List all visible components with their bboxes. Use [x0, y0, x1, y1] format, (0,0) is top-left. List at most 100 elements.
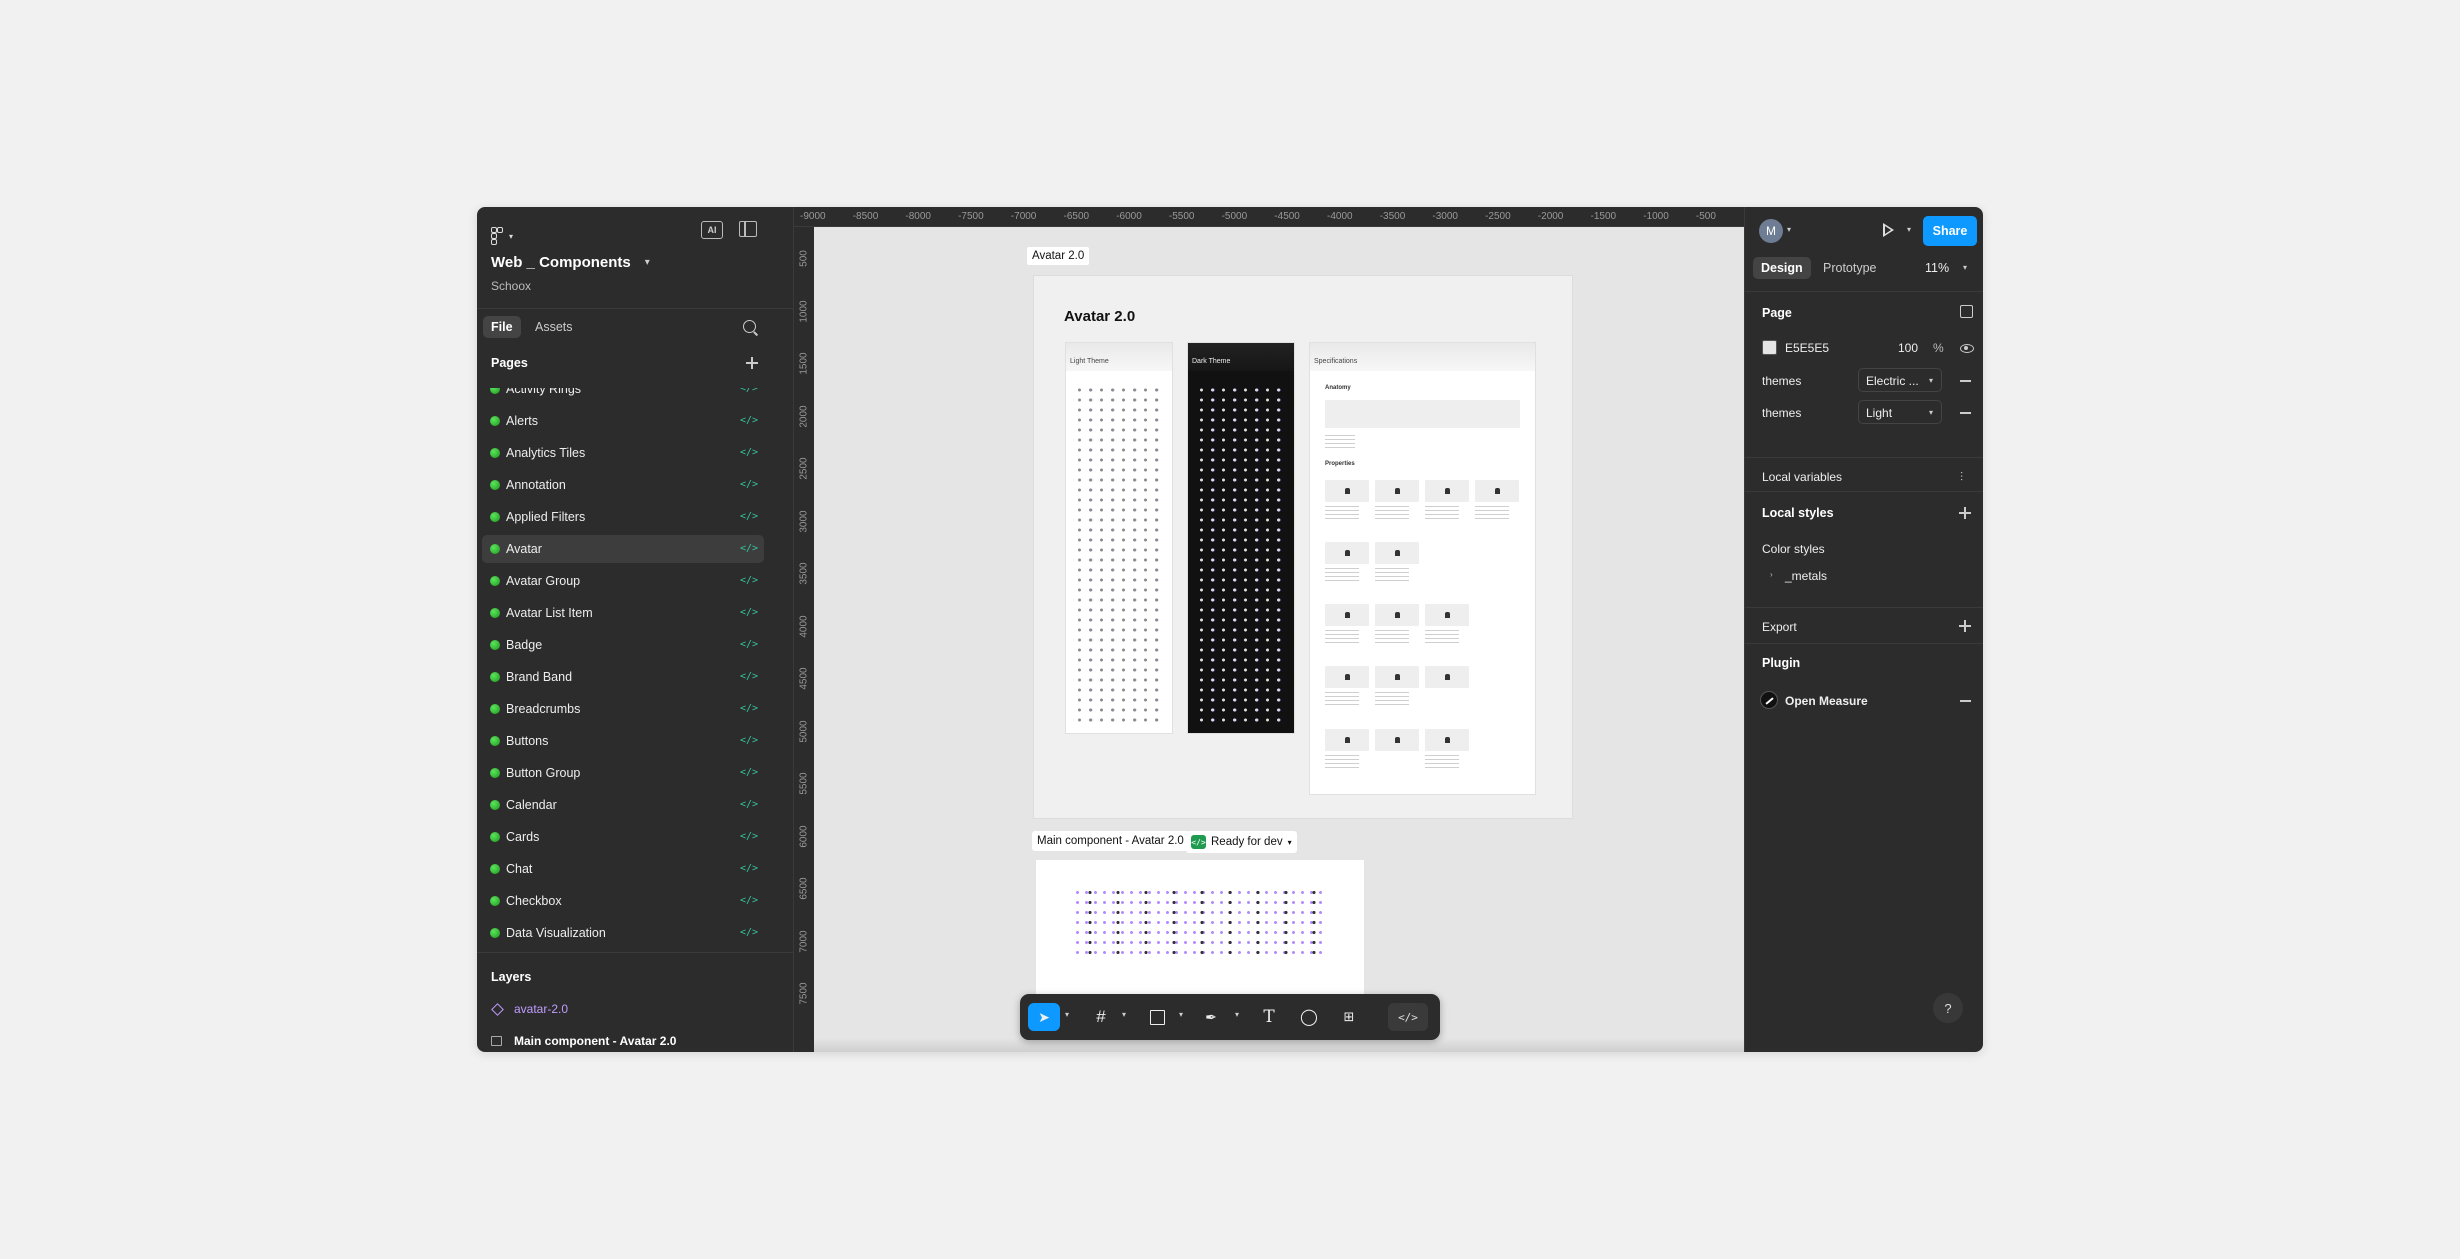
ruler-tick-label: 6500 — [798, 877, 810, 900]
ruler-plugin-icon — [1760, 691, 1778, 709]
spec-card — [1325, 666, 1369, 688]
spec-notes — [1375, 692, 1409, 706]
shape-tool-icon[interactable] — [1144, 1003, 1170, 1031]
style-group-metals[interactable]: _metals — [1785, 569, 1827, 583]
spec-notes — [1375, 568, 1409, 582]
page-item[interactable]: Alerts </> — [482, 407, 764, 435]
add-export-plus-icon[interactable] — [1959, 620, 1971, 632]
chevron-down-icon[interactable]: ▾ — [1065, 1010, 1069, 1019]
canvas-bottom-edge — [814, 1038, 1744, 1052]
toggle-sidebar-icon[interactable] — [739, 221, 757, 237]
page-item[interactable]: Activity Rings </> — [482, 388, 764, 403]
ruler-tick-label: 3500 — [798, 562, 810, 585]
frame-light-theme[interactable]: Light Theme — [1065, 342, 1173, 734]
dev-mode-toggle[interactable]: </> — [1388, 1003, 1428, 1031]
plugin-section: Plugin Open Measure — [1745, 643, 1983, 723]
share-button[interactable]: Share — [1923, 216, 1977, 246]
page-item[interactable]: Avatar Group </> — [482, 567, 764, 595]
page-status-dot-icon — [490, 768, 500, 778]
bg-color-swatch[interactable] — [1762, 340, 1777, 355]
page-item[interactable]: Analytics Tiles </> — [482, 439, 764, 467]
spec-notes — [1425, 755, 1459, 769]
page-item[interactable]: Cards </> — [482, 823, 764, 851]
chevron-down-icon[interactable]: ▾ — [1907, 225, 1911, 234]
page-item[interactable]: Data Visualization </> — [482, 919, 764, 946]
section-label[interactable]: Avatar 2.0 — [1027, 247, 1090, 265]
ruler-tick-label: 500 — [798, 250, 810, 267]
tab-design[interactable]: Design — [1753, 257, 1811, 279]
layer-item[interactable]: avatar-2.0 — [491, 1002, 568, 1016]
section-avatar[interactable]: Avatar 2.0 Light Theme Dark Theme Specif… — [1033, 275, 1573, 819]
bg-opacity[interactable]: 100 — [1898, 341, 1918, 355]
page-item[interactable]: Brand Band </> — [482, 663, 764, 691]
remove-mode-minus-icon[interactable] — [1960, 412, 1971, 414]
remove-mode-minus-icon[interactable] — [1960, 380, 1971, 382]
team-name[interactable]: Schoox — [491, 279, 531, 293]
bottom-toolbar: ➤ ▾ # ▾ ▾ ✒ ▾ T ◯ ⊞ </> — [1020, 994, 1440, 1040]
page-status-dot-icon — [490, 448, 500, 458]
figma-logo-icon — [491, 227, 505, 245]
actions-tool-icon[interactable]: ⊞ — [1336, 1003, 1362, 1031]
page-item[interactable]: Badge </> — [482, 631, 764, 659]
layer-item[interactable]: Main component - Avatar 2.0 — [491, 1034, 676, 1048]
canvas[interactable]: -9000 -8500 -8000 -7500 -7000 -6500 -6000 -5500… — [794, 207, 1744, 1052]
variables-settings-icon[interactable]: ⫶ — [1960, 470, 1963, 485]
page-item[interactable]: Button Group </> — [482, 759, 764, 787]
add-page-plus-icon[interactable] — [746, 357, 758, 369]
variable-mode-select[interactable]: Electric ... ▾ — [1858, 368, 1942, 392]
main-menu-button[interactable]: ▾ — [491, 221, 531, 251]
chevron-down-icon[interactable]: ▾ — [1179, 1010, 1183, 1019]
chevron-down-icon[interactable]: ▾ — [1963, 263, 1967, 272]
ai-icon[interactable]: AI — [701, 221, 723, 239]
page-item[interactable]: Breadcrumbs </> — [482, 695, 764, 723]
page-item[interactable]: Applied Filters </> — [482, 503, 764, 531]
frame-tool-icon[interactable]: # — [1088, 1003, 1114, 1031]
frame-specifications[interactable]: Specifications Anatomy Properties — [1309, 342, 1536, 795]
main-component-label[interactable]: Main component - Avatar 2.0 — [1032, 831, 1189, 851]
page-status-dot-icon — [490, 672, 500, 682]
help-button[interactable]: ? — [1933, 993, 1963, 1023]
page-settings-icon[interactable] — [1960, 305, 1973, 318]
present-play-icon[interactable] — [1883, 223, 1895, 237]
ruler-tick-label: -9000 — [800, 211, 826, 222]
tab-prototype[interactable]: Prototype — [1815, 257, 1885, 279]
page-label: Avatar — [506, 542, 542, 556]
chevron-down-icon[interactable]: ▾ — [1235, 1010, 1239, 1019]
page-item[interactable]: Checkbox </> — [482, 887, 764, 915]
spec-notes — [1325, 755, 1359, 769]
page-item[interactable]: Chat </> — [482, 855, 764, 883]
remove-plugin-minus-icon[interactable] — [1960, 700, 1971, 702]
plugin-name[interactable]: Open Measure — [1785, 694, 1868, 708]
move-tool-icon[interactable]: ➤ — [1028, 1003, 1060, 1031]
tab-file[interactable]: File — [483, 316, 521, 338]
page-item[interactable]: Buttons </> — [482, 727, 764, 755]
frame-dark-theme[interactable]: Dark Theme — [1187, 342, 1295, 734]
tab-assets[interactable]: Assets — [527, 316, 581, 338]
local-variables-label[interactable]: Local variables — [1762, 470, 1842, 484]
search-icon[interactable] — [743, 320, 756, 333]
page-item[interactable]: Avatar </> — [482, 535, 764, 563]
page-item[interactable]: Calendar </> — [482, 791, 764, 819]
eye-icon[interactable] — [1960, 344, 1974, 353]
chevron-down-icon[interactable]: ▾ — [1787, 225, 1791, 234]
add-style-plus-icon[interactable] — [1959, 507, 1971, 519]
text-tool-icon[interactable]: T — [1256, 1003, 1282, 1031]
zoom-level[interactable]: 11% — [1925, 261, 1949, 275]
page-item[interactable]: Annotation </> — [482, 471, 764, 499]
bg-color-hex[interactable]: E5E5E5 — [1785, 341, 1829, 355]
page-status-dot-icon — [490, 480, 500, 490]
color-styles-label: Color styles — [1762, 542, 1825, 556]
chevron-right-icon[interactable]: › — [1770, 570, 1773, 579]
figma-window: ▾ AI Web _ Components ▾ Schoox File Asse… — [477, 207, 1983, 1052]
variable-mode-select[interactable]: Light ▾ — [1858, 400, 1942, 424]
file-name[interactable]: Web _ Components ▾ — [491, 254, 650, 271]
ruler-tick-label: -4500 — [1274, 211, 1300, 222]
dev-mode-code-icon: </> — [739, 639, 758, 650]
page-item[interactable]: Avatar List Item </> — [482, 599, 764, 627]
pen-tool-icon[interactable]: ✒ — [1198, 1003, 1224, 1031]
chevron-down-icon[interactable]: ▾ — [1122, 1010, 1126, 1019]
ruler-tick-label: -8000 — [905, 211, 931, 222]
ready-for-dev-badge[interactable]: </> Ready for dev ▾ — [1186, 831, 1297, 853]
avatar[interactable]: M — [1759, 219, 1783, 243]
comment-tool-icon[interactable]: ◯ — [1296, 1003, 1322, 1031]
